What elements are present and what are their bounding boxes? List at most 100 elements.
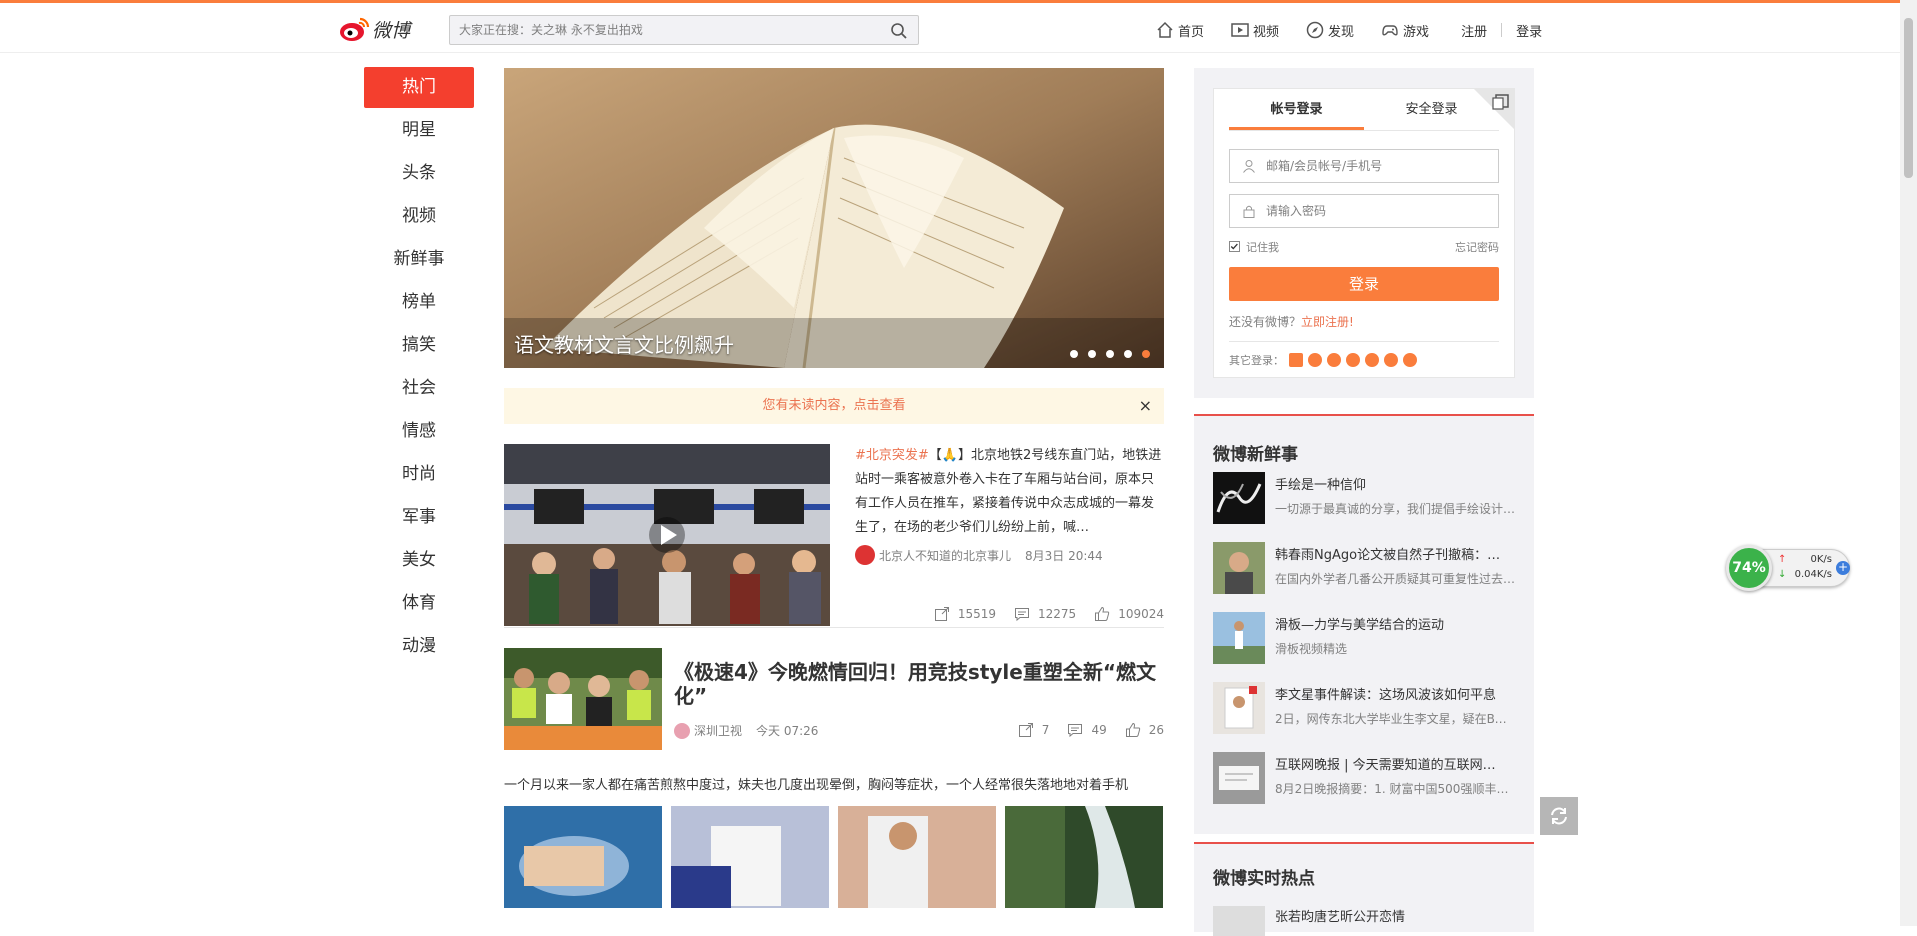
nav-discover[interactable]: 发现 <box>1305 20 1354 40</box>
news-title[interactable]: 滑板—力学与美学结合的运动 <box>1275 614 1515 633</box>
password-input[interactable] <box>1230 195 1470 227</box>
post-image[interactable] <box>1005 806 1163 908</box>
nav-home[interactable]: 首页 <box>1155 20 1204 40</box>
register-link[interactable]: 注册 <box>1461 21 1487 40</box>
hot-topic-title[interactable]: 张若昀唐艺昕公开恋情 <box>1275 906 1405 936</box>
carousel-dot-2[interactable] <box>1088 350 1096 358</box>
news-title[interactable]: 韩春雨NgAgo论文被自然子刊撤稿：… <box>1275 544 1515 563</box>
news-title[interactable]: 李文星事件解读：这场风波该如何平息 <box>1275 684 1515 703</box>
repost-button[interactable]: 7 <box>1018 722 1049 738</box>
qq-icon[interactable] <box>1308 353 1322 367</box>
fresh-news-title[interactable]: 微博新鲜事 <box>1213 440 1298 465</box>
category-society[interactable]: 社会 <box>364 368 474 411</box>
category-anime[interactable]: 动漫 <box>364 626 474 669</box>
search-input[interactable] <box>450 16 870 44</box>
hot-topic-item[interactable]: 张若昀唐艺昕公开恋情 <box>1213 906 1515 936</box>
post-image[interactable] <box>838 806 996 908</box>
news-thumbnail[interactable] <box>1213 682 1265 734</box>
post-time[interactable]: 8月3日 20:44 <box>1025 547 1103 564</box>
search-icon[interactable] <box>890 22 908 40</box>
category-military[interactable]: 军事 <box>364 497 474 540</box>
category-beauty[interactable]: 美女 <box>364 540 474 583</box>
article-thumbnail[interactable] <box>504 648 662 750</box>
category-sports[interactable]: 体育 <box>364 583 474 626</box>
like-button[interactable]: 109024 <box>1094 606 1164 622</box>
news-thumbnail[interactable] <box>1213 612 1265 664</box>
zhihu-icon[interactable] <box>1289 353 1303 367</box>
nav-video[interactable]: 视频 <box>1230 20 1279 40</box>
scrollbar[interactable] <box>1900 0 1917 926</box>
post-author[interactable]: 深圳卫视 <box>694 722 742 739</box>
carousel-dot-5[interactable] <box>1142 350 1150 358</box>
video-thumbnail[interactable] <box>504 444 830 626</box>
category-funny[interactable]: 搞笑 <box>364 325 474 368</box>
post-image[interactable] <box>671 806 829 908</box>
comment-button[interactable]: 49 <box>1067 722 1107 738</box>
news-item[interactable]: 手绘是一种信仰 一切源于最真诚的分享，我们提倡手绘设计… <box>1213 472 1515 526</box>
login-link[interactable]: 登录 <box>1516 21 1542 40</box>
like-button[interactable]: 26 <box>1125 722 1164 738</box>
carousel-dot-3[interactable] <box>1106 350 1114 358</box>
article-title[interactable]: 《极速4》今晚燃情回归！用竞技style重塑全新“燃文化” <box>674 660 1164 708</box>
nav-games[interactable]: 游戏 <box>1380 20 1429 40</box>
refresh-button[interactable] <box>1540 797 1578 835</box>
post-author[interactable]: 北京人不知道的北京事儿 <box>879 547 1011 564</box>
remember-me[interactable]: 记住我 <box>1229 239 1279 255</box>
unread-notice[interactable]: 您有未读内容，点击查看 × <box>504 388 1164 424</box>
360-icon[interactable] <box>1365 353 1379 367</box>
news-thumbnail[interactable] <box>1213 472 1265 524</box>
category-headlines[interactable]: 头条 <box>364 153 474 196</box>
category-hot[interactable]: 热门 <box>364 67 474 108</box>
carousel-dot-4[interactable] <box>1124 350 1132 358</box>
topic-tag[interactable]: #北京突发# <box>855 448 929 463</box>
weibo-logo[interactable]: 微博 <box>338 15 418 43</box>
tianyi-icon[interactable] <box>1346 353 1360 367</box>
news-item[interactable]: 互联网晚报 | 今天需要知道的互联网… 8月2日晚报摘要：1. 财富中国500强… <box>1213 752 1515 806</box>
remember-checkbox[interactable] <box>1229 241 1240 252</box>
news-thumbnail[interactable] <box>1213 752 1265 804</box>
post-text[interactable]: 一个月以来一家人都在痛苦煎熬中度过，妹夫也几度出现晕倒，胸闷等症状，一个人经常很… <box>504 774 1164 793</box>
taobao-icon[interactable] <box>1384 353 1398 367</box>
post-image[interactable] <box>504 806 662 908</box>
avatar[interactable] <box>674 722 690 739</box>
post-text[interactable]: #北京突发#【🙏】北京地铁2号线东直门站，地铁进站时一乘客被意外卷入卡在了车厢与… <box>855 444 1165 540</box>
username-input[interactable] <box>1230 150 1470 182</box>
news-title[interactable]: 互联网晚报 | 今天需要知道的互联网… <box>1275 754 1515 773</box>
category-emotion[interactable]: 情感 <box>364 411 474 454</box>
remember-label[interactable]: 记住我 <box>1246 241 1279 254</box>
category-video[interactable]: 视频 <box>364 196 474 239</box>
carousel-dot-1[interactable] <box>1070 350 1078 358</box>
plus-icon[interactable]: + <box>1836 561 1850 575</box>
network-speed-widget[interactable]: 74% ↑ 0K/s ↓ 0.04K/s + <box>1726 545 1854 591</box>
comment-button[interactable]: 12275 <box>1014 606 1076 622</box>
avatar[interactable] <box>855 545 875 565</box>
search-box[interactable] <box>449 15 919 45</box>
category-fresh[interactable]: 新鲜事 <box>364 239 474 282</box>
username-field[interactable] <box>1229 149 1499 183</box>
scrollbar-thumb[interactable] <box>1904 18 1913 178</box>
banner-carousel[interactable]: 语文教材文言文比例飙升 <box>504 68 1164 368</box>
hot-topic-thumbnail[interactable] <box>1213 906 1265 936</box>
baidu-icon[interactable] <box>1403 353 1417 367</box>
speed-percent[interactable]: 74% <box>1726 545 1772 591</box>
tab-account-login[interactable]: 帐号登录 <box>1229 89 1364 130</box>
post-time[interactable]: 今天 07:26 <box>756 722 818 739</box>
news-thumbnail[interactable] <box>1213 542 1265 594</box>
close-icon[interactable]: × <box>1139 388 1152 424</box>
unread-notice-text[interactable]: 您有未读内容，点击查看 <box>762 398 905 413</box>
category-rankings[interactable]: 榜单 <box>364 282 474 325</box>
banner-title[interactable]: 语文教材文言文比例飙升 <box>514 329 734 358</box>
hot-topics-title[interactable]: 微博实时热点 <box>1213 864 1315 889</box>
news-title[interactable]: 手绘是一种信仰 <box>1275 474 1515 493</box>
category-stars[interactable]: 明星 <box>364 110 474 153</box>
netease-icon[interactable] <box>1327 353 1341 367</box>
qr-switch-icon[interactable] <box>1474 89 1514 129</box>
register-now-link[interactable]: 立即注册! <box>1301 315 1354 329</box>
news-item[interactable]: 李文星事件解读：这场风波该如何平息 2日，网传东北大学毕业生李文星，疑在BO… <box>1213 682 1515 736</box>
forgot-password-link[interactable]: 忘记密码 <box>1455 239 1499 255</box>
category-fashion[interactable]: 时尚 <box>364 454 474 497</box>
password-field[interactable] <box>1229 194 1499 228</box>
repost-button[interactable]: 15519 <box>934 606 996 622</box>
login-button[interactable]: 登录 <box>1229 267 1499 301</box>
news-item[interactable]: 滑板—力学与美学结合的运动 滑板视频精选 <box>1213 612 1515 666</box>
